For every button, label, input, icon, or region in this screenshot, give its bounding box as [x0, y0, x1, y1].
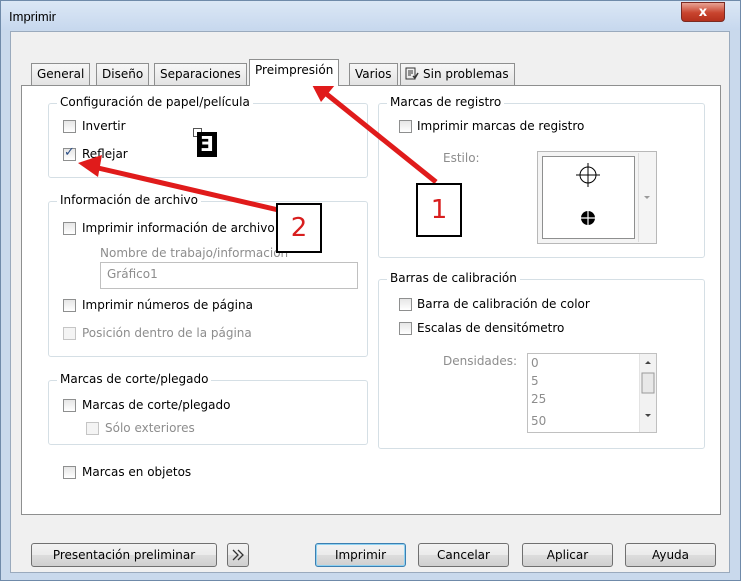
- crop-marks-label[interactable]: Marcas de corte/plegado: [82, 398, 230, 412]
- position-in-page-checkbox[interactable]: [63, 327, 76, 340]
- tab-general[interactable]: General: [31, 63, 91, 85]
- list-item[interactable]: 0: [531, 356, 539, 370]
- window-title: Imprimir: [9, 9, 56, 24]
- exterior-only-label: Sólo exteriores: [105, 421, 195, 435]
- densities-scrollbar[interactable]: [639, 354, 656, 432]
- style-label: Estilo:: [443, 151, 480, 165]
- file-info-legend: Información de archivo: [57, 193, 201, 207]
- paper-film-legend: Configuración de papel/película: [57, 95, 253, 109]
- tab-diseno[interactable]: Diseño: [96, 63, 150, 85]
- registration-marks-legend: Marcas de registro: [387, 95, 505, 109]
- list-item[interactable]: 5: [531, 374, 539, 388]
- position-in-page-label: Posición dentro de la página: [82, 326, 252, 340]
- color-calibration-bar-checkbox[interactable]: [399, 298, 412, 311]
- chevron-down-icon: [644, 196, 650, 199]
- style-preview: [542, 156, 635, 239]
- close-icon: x: [698, 5, 708, 20]
- mirror-preview-icon: E: [193, 128, 219, 158]
- job-name-label: Nombre de trabajo/información: [100, 246, 289, 260]
- object-marks-label[interactable]: Marcas en objetos: [82, 465, 191, 479]
- callout-1: 1: [416, 183, 462, 237]
- densitometer-scales-checkbox[interactable]: [399, 322, 412, 335]
- close-button[interactable]: x: [681, 2, 725, 22]
- mirror-label[interactable]: Reflejar: [82, 147, 128, 161]
- mirror-checkbox[interactable]: ✓: [63, 145, 76, 161]
- callout-2: 2: [276, 203, 322, 253]
- double-arrow-icon: [232, 549, 244, 561]
- crop-marks-legend: Marcas de corte/plegado: [57, 372, 212, 386]
- print-page-numbers-checkbox[interactable]: [63, 299, 76, 312]
- title-bar[interactable]: Imprimir x: [1, 1, 740, 30]
- preimpresion-panel: Configuración de papel/película Invertir…: [21, 85, 721, 515]
- print-page-numbers-label[interactable]: Imprimir números de página: [82, 298, 253, 312]
- densities-label: Densidades:: [443, 354, 518, 368]
- color-calibration-bar-label[interactable]: Barra de calibración de color: [417, 297, 590, 311]
- checklist-icon: [405, 66, 419, 80]
- tab-sin-problemas-label: Sin problemas: [423, 67, 509, 81]
- invert-label[interactable]: Invertir: [82, 119, 126, 133]
- object-marks-checkbox[interactable]: [63, 466, 76, 479]
- registration-style-selector[interactable]: [537, 151, 657, 244]
- print-file-info-label[interactable]: Imprimir información de archivo: [82, 221, 275, 235]
- calibration-bars-legend: Barras de calibración: [387, 271, 520, 285]
- tab-separaciones[interactable]: Separaciones: [154, 63, 247, 85]
- tab-sin-problemas[interactable]: Sin problemas: [400, 63, 515, 85]
- preview-button[interactable]: Presentación preliminar: [31, 543, 217, 567]
- tab-varios[interactable]: Varios: [349, 63, 398, 85]
- apply-button[interactable]: Aplicar: [522, 543, 613, 567]
- tab-preimpresion[interactable]: Preimpresión: [249, 59, 340, 86]
- print-registration-marks-label[interactable]: Imprimir marcas de registro: [417, 119, 584, 133]
- expand-preview-button[interactable]: [227, 543, 249, 567]
- cancel-button[interactable]: Cancelar: [418, 543, 509, 567]
- crop-marks-checkbox[interactable]: [63, 399, 76, 412]
- densities-list[interactable]: 0 5 25 50: [527, 353, 657, 433]
- job-name-field[interactable]: Gráfico1: [100, 262, 358, 289]
- list-item[interactable]: 25: [531, 392, 546, 406]
- invert-checkbox[interactable]: [63, 120, 76, 133]
- densitometer-scales-label[interactable]: Escalas de densitómetro: [417, 321, 564, 335]
- list-item[interactable]: 50: [531, 414, 546, 428]
- print-registration-marks-checkbox[interactable]: [399, 120, 412, 133]
- style-dropdown-arrow[interactable]: [638, 153, 655, 242]
- checkmark-icon: ✓: [64, 145, 75, 160]
- exterior-only-checkbox[interactable]: [86, 422, 99, 435]
- crop-marks-group: Marcas de corte/plegado: [48, 372, 368, 445]
- print-button[interactable]: Imprimir: [315, 543, 406, 567]
- registration-target-icon: [576, 163, 600, 226]
- scrollbar-arrows-icon: [641, 361, 655, 417]
- print-file-info-checkbox[interactable]: [63, 222, 76, 235]
- help-button[interactable]: Ayuda: [625, 543, 716, 567]
